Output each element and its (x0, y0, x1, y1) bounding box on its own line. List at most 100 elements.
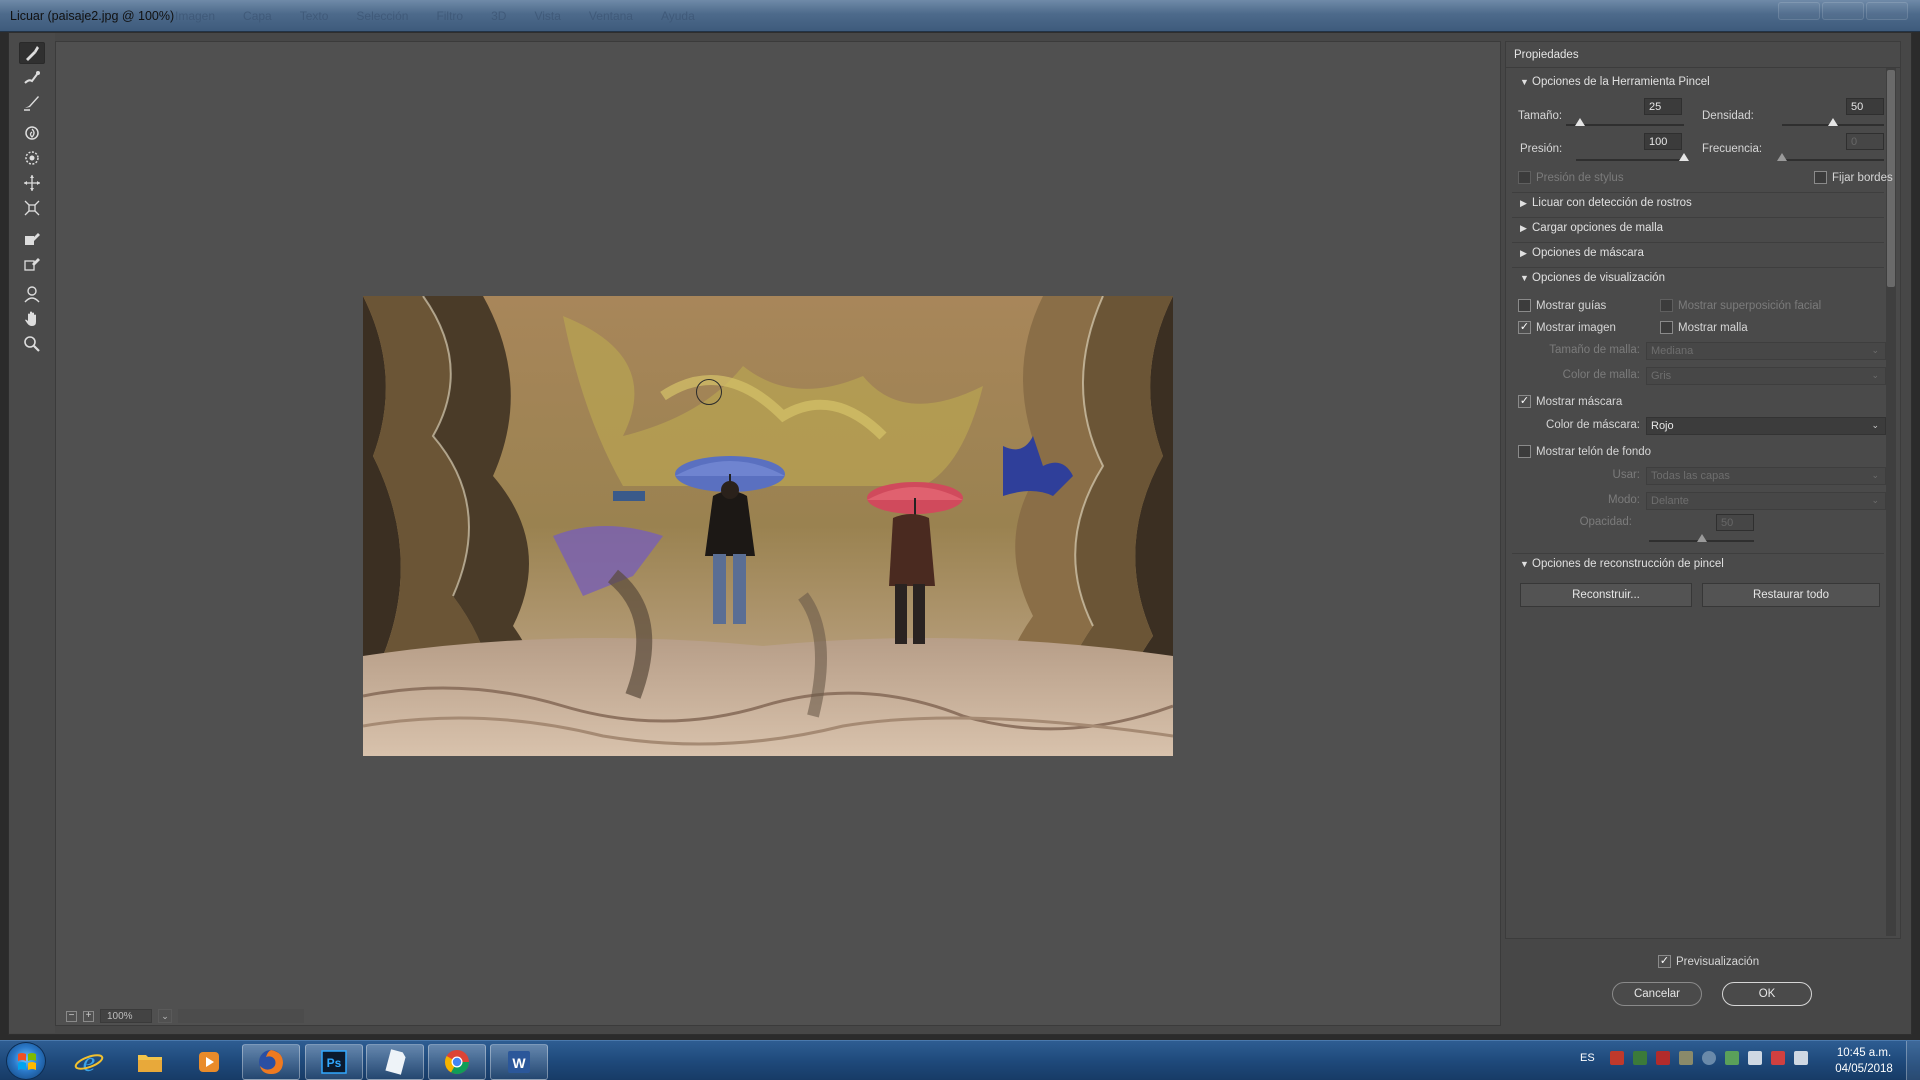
forward-warp-tool-icon[interactable] (19, 42, 45, 64)
security-tray-icon[interactable] (1610, 1051, 1624, 1065)
section-load-mesh[interactable]: ▶ Cargar opciones de malla (1512, 217, 1884, 239)
use-select[interactable]: Todas las capas ⌄ (1646, 467, 1886, 485)
rate-input[interactable]: 0 (1846, 133, 1884, 150)
restore-all-button[interactable]: Restaurar todo (1702, 583, 1880, 607)
chrome-icon[interactable] (428, 1044, 486, 1080)
clock-time: 10:45 a.m. (1836, 1047, 1892, 1059)
hand-tool-icon[interactable] (19, 308, 45, 330)
triangle-collapsed-icon: ▶ (1520, 248, 1527, 258)
internet-explorer-icon[interactable]: e (60, 1044, 118, 1080)
close-button[interactable] (1866, 2, 1908, 20)
language-indicator[interactable]: ES (1580, 1052, 1595, 1064)
density-label: Densidad: (1702, 110, 1754, 122)
sync-tray-icon[interactable] (1633, 1051, 1647, 1065)
triangle-expanded-icon: ▼ (1520, 273, 1529, 283)
slider-knob[interactable] (1828, 118, 1838, 126)
density-slider[interactable] (1782, 118, 1884, 126)
cancel-button[interactable]: Cancelar (1612, 982, 1702, 1006)
density-input[interactable]: 50 (1846, 98, 1884, 115)
show-mesh-label: Mostrar malla (1678, 322, 1748, 334)
pin-edges-checkbox[interactable] (1814, 171, 1827, 184)
windows-start-icon[interactable] (6, 1042, 46, 1080)
rate-label: Frecuencia: (1702, 143, 1763, 155)
thaw-mask-tool-icon[interactable] (19, 253, 45, 275)
pressure-input[interactable]: 100 (1644, 133, 1682, 150)
twirl-clockwise-tool-icon[interactable] (19, 122, 45, 144)
section-brush-tool-options[interactable]: ▼ Opciones de la Herramienta Pincel (1512, 72, 1884, 94)
network-globe-tray-icon[interactable] (1702, 1051, 1716, 1065)
rate-slider[interactable] (1777, 153, 1884, 161)
pin-edges-label: Fijar bordes (1832, 172, 1893, 184)
push-left-tool-icon[interactable] (19, 197, 45, 219)
maximize-button[interactable] (1822, 2, 1864, 20)
show-face-overlay-checkbox[interactable] (1660, 299, 1673, 312)
show-mask-checkbox[interactable]: ✓ (1518, 395, 1531, 408)
preview-canvas[interactable]: − + 100% ⌄ (55, 41, 1501, 1026)
section-mask-options[interactable]: ▶ Opciones de máscara (1512, 242, 1884, 264)
preview-label: Previsualización (1676, 956, 1760, 968)
show-backdrop-checkbox[interactable] (1518, 445, 1531, 458)
slider-knob[interactable] (1777, 153, 1787, 161)
pressure-slider[interactable] (1576, 153, 1689, 161)
zoom-level-field[interactable]: 100% (100, 1009, 152, 1023)
size-slider[interactable] (1566, 118, 1684, 126)
freeze-mask-tool-icon[interactable] (19, 228, 45, 250)
section-brush-reconstruct[interactable]: ▼ Opciones de reconstrucción de pincel (1512, 553, 1884, 575)
show-guides-checkbox[interactable] (1518, 299, 1531, 312)
action-center-flag-icon[interactable] (1771, 1051, 1785, 1065)
show-desktop-button[interactable] (1906, 1041, 1920, 1080)
antivirus-tray-icon[interactable] (1656, 1051, 1670, 1065)
slider-knob[interactable] (1679, 153, 1689, 161)
photoshop-icon[interactable]: Ps (305, 1044, 363, 1080)
chevron-down-icon: ⌄ (1871, 345, 1879, 355)
pucker-tool-icon[interactable] (19, 147, 45, 169)
zoom-field-spacer (178, 1009, 304, 1023)
display-tray-icon[interactable] (1794, 1051, 1808, 1065)
mask-color-label: Color de máscara: (1546, 419, 1640, 431)
firefox-icon[interactable] (242, 1044, 300, 1080)
section-face-aware[interactable]: ▶ Licuar con detección de rostros (1512, 192, 1884, 214)
bloat-tool-icon[interactable] (19, 172, 45, 194)
opacity-slider[interactable] (1649, 534, 1754, 542)
taskbar-clock[interactable]: 10:45 a.m. 04/05/2018 (1824, 1045, 1904, 1077)
preview-checkbox[interactable]: ✓ (1658, 955, 1671, 968)
brush-cursor (696, 379, 722, 405)
storage-tray-icon[interactable] (1679, 1051, 1693, 1065)
file-explorer-icon[interactable] (121, 1044, 179, 1080)
zoom-tool-icon[interactable] (19, 333, 45, 355)
liquified-image[interactable] (363, 296, 1173, 756)
triangle-expanded-icon: ▼ (1520, 77, 1529, 87)
chevron-down-icon: ⌄ (1871, 470, 1879, 480)
zoom-out-button[interactable]: − (66, 1010, 77, 1022)
media-player-icon[interactable] (180, 1044, 238, 1080)
mesh-color-value: Gris (1651, 370, 1672, 382)
word-icon[interactable]: W (490, 1044, 548, 1080)
slider-knob[interactable] (1696, 534, 1707, 542)
minimize-button[interactable] (1778, 2, 1820, 20)
word-letter: W (512, 1055, 526, 1071)
size-input[interactable]: 25 (1644, 98, 1682, 115)
mask-color-select[interactable]: Rojo ⌄ (1646, 417, 1886, 435)
panel-scrollbar[interactable] (1886, 68, 1896, 936)
zoom-in-button[interactable]: + (83, 1010, 94, 1022)
section-view-options[interactable]: ▼ Opciones de visualización (1512, 267, 1884, 289)
stylus-pressure-checkbox[interactable] (1518, 171, 1531, 184)
volume-icon[interactable] (1748, 1051, 1762, 1065)
smooth-tool-icon[interactable] (19, 91, 45, 113)
update-tray-icon[interactable] (1725, 1051, 1739, 1065)
mode-select[interactable]: Delante ⌄ (1646, 492, 1886, 510)
blank-document-icon[interactable] (366, 1044, 424, 1080)
zoom-dropdown-chevron-icon[interactable]: ⌄ (158, 1009, 172, 1023)
mesh-size-select[interactable]: Mediana ⌄ (1646, 342, 1886, 360)
slider-knob[interactable] (1575, 118, 1586, 126)
mesh-color-label: Color de malla: (1562, 369, 1640, 381)
show-mesh-checkbox[interactable] (1660, 321, 1673, 334)
ok-button[interactable]: OK (1722, 982, 1812, 1006)
reconstruct-button[interactable]: Reconstruir... (1520, 583, 1692, 607)
mesh-color-select[interactable]: Gris ⌄ (1646, 367, 1886, 385)
face-tool-icon[interactable] (19, 283, 45, 305)
mask-color-value: Rojo (1651, 420, 1674, 432)
show-image-checkbox[interactable]: ✓ (1518, 321, 1531, 334)
opacity-input[interactable]: 50 (1716, 514, 1754, 531)
reconstruct-tool-icon[interactable] (19, 67, 45, 89)
